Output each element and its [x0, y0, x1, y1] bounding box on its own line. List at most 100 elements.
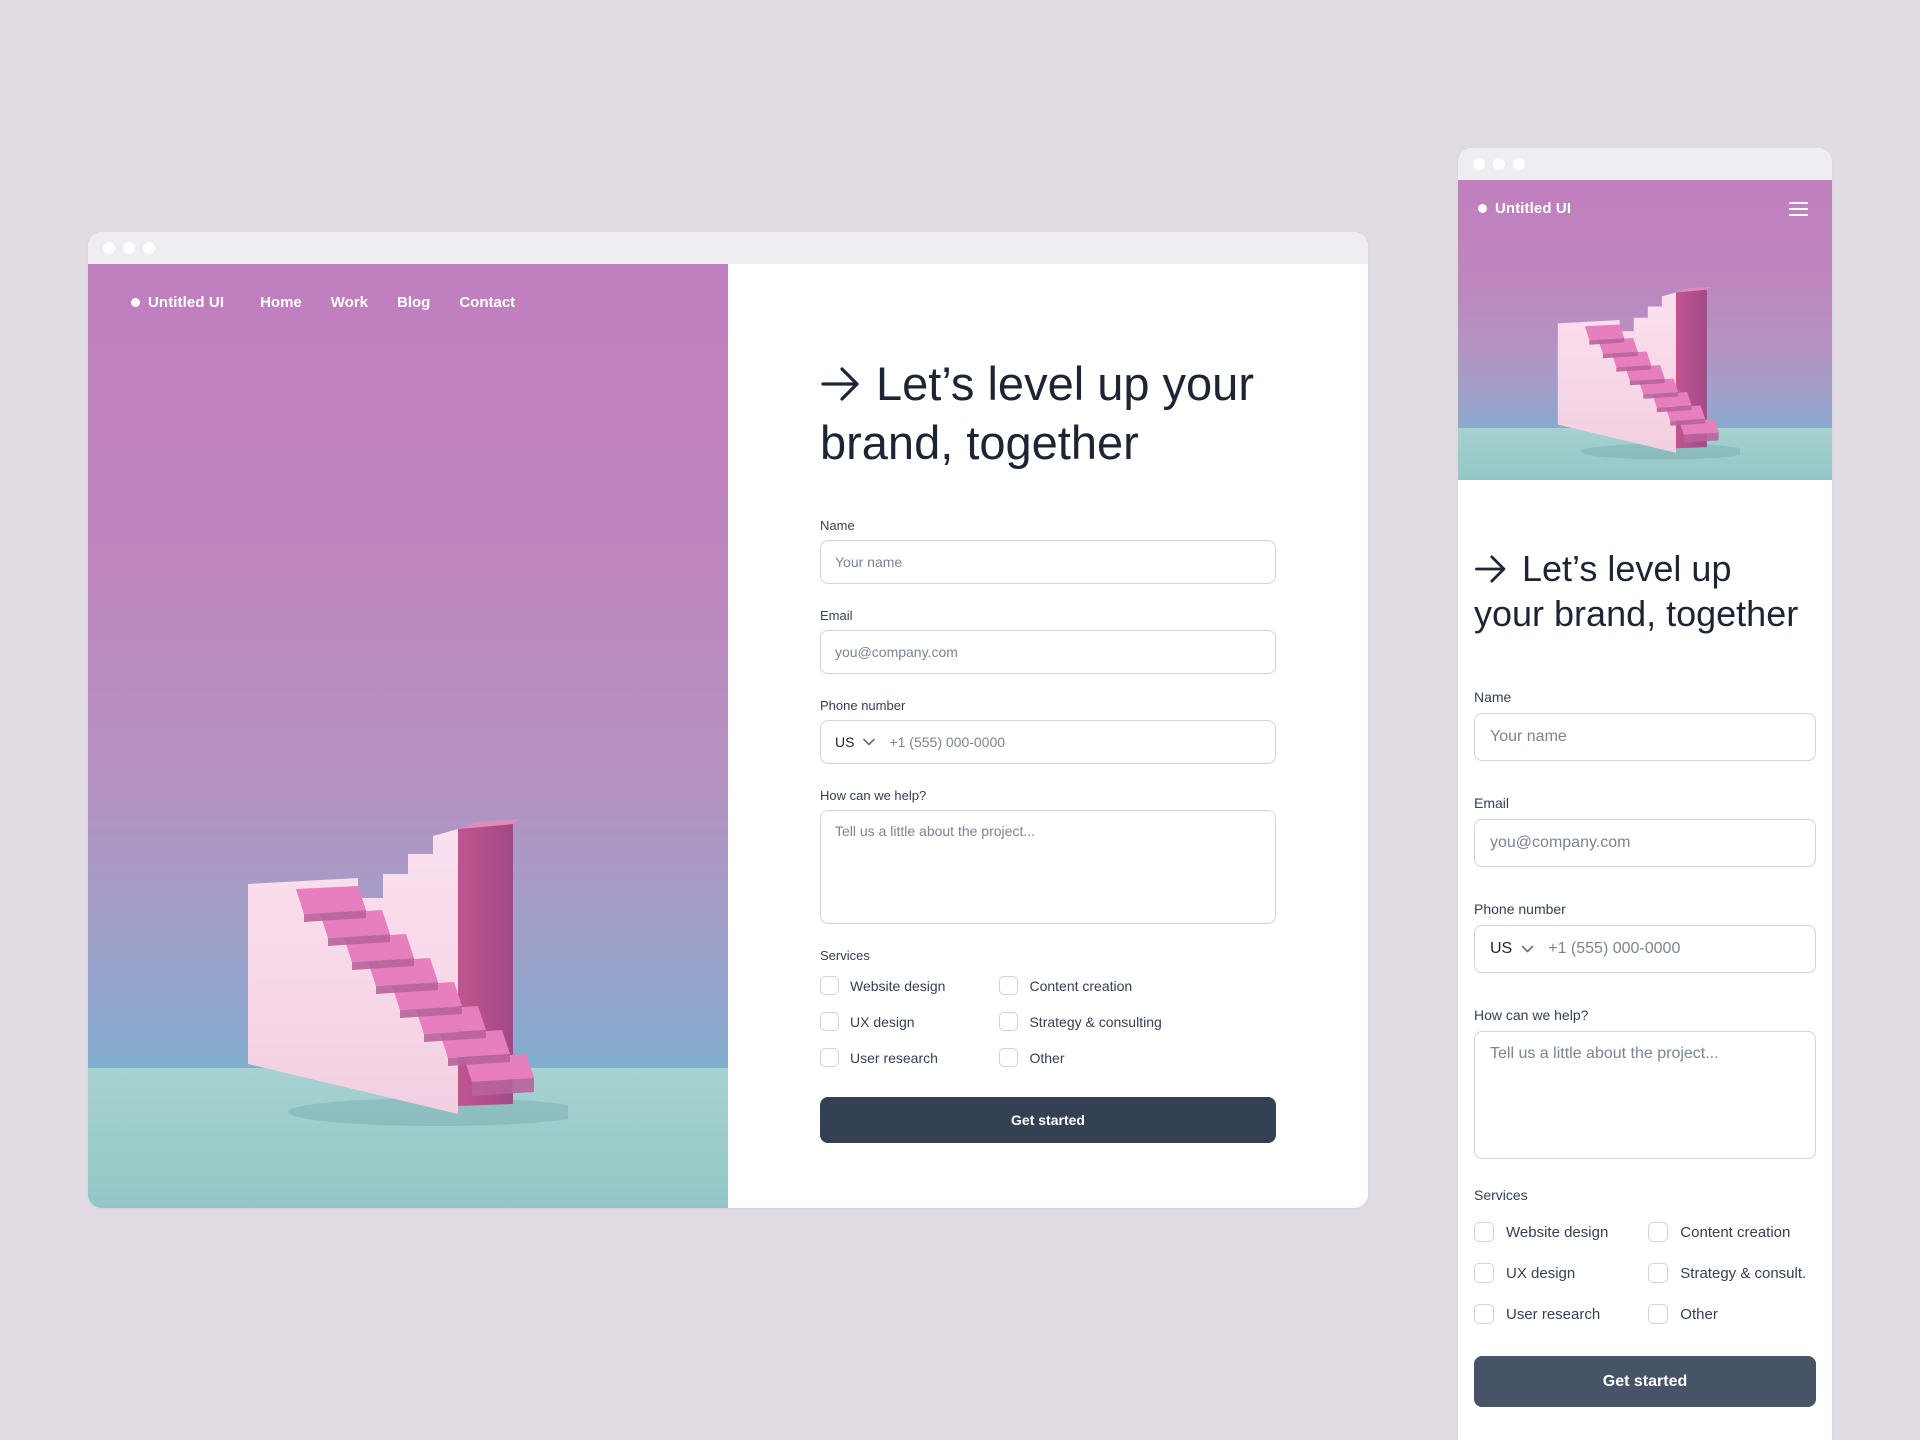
services-checkbox-group: Website design Content creation UX desig… [820, 976, 1276, 1067]
name-label: Name [820, 518, 855, 533]
name-placeholder: Your name [835, 554, 903, 570]
services-label: Services [1474, 1187, 1528, 1203]
service-label: Website design [850, 977, 946, 994]
email-input[interactable]: you@company.com [1474, 819, 1816, 867]
service-option-user-research[interactable]: User research [820, 1048, 945, 1067]
get-started-button[interactable]: Get started [1474, 1356, 1816, 1407]
window-dot [1473, 158, 1485, 170]
contact-form-panel: Let’s level up your brand, together Name… [728, 264, 1368, 1208]
page-title: Let’s level up your brand, together [820, 354, 1276, 472]
message-label: How can we help? [1474, 1007, 1589, 1023]
brand-name: Untitled UI [148, 294, 225, 311]
contact-form: Let’s level up your brand, together Name… [820, 354, 1276, 1143]
service-label: Other [1029, 1049, 1065, 1066]
checkbox[interactable] [820, 1048, 839, 1067]
message-placeholder: Tell us a little about the project... [835, 823, 1035, 839]
country-code-value: US [835, 734, 855, 750]
brand-logo[interactable]: Untitled UI [1478, 200, 1571, 217]
checkbox[interactable] [820, 976, 839, 995]
services-label: Services [820, 948, 870, 963]
country-code-select[interactable]: US [1490, 940, 1534, 958]
phone-input[interactable]: US +1 (555) 000-0000 [820, 720, 1276, 764]
checkbox[interactable] [1474, 1222, 1494, 1242]
message-placeholder: Tell us a little about the project... [1490, 1045, 1719, 1062]
headline-line-2: your brand, together [1474, 593, 1799, 634]
nav-link-work[interactable]: Work [331, 294, 368, 311]
checkbox[interactable] [999, 976, 1019, 995]
phone-input[interactable]: US +1 (555) 000-0000 [1474, 925, 1816, 973]
checkbox[interactable] [820, 1012, 839, 1031]
service-option-ux-design[interactable]: UX design [1474, 1263, 1608, 1283]
checkbox[interactable] [1474, 1304, 1494, 1324]
service-option-other[interactable]: Other [1648, 1304, 1806, 1324]
phone-label: Phone number [820, 698, 906, 713]
message-textarea[interactable]: Tell us a little about the project... [1474, 1031, 1816, 1159]
checkbox[interactable] [1648, 1304, 1669, 1324]
mobile-browser-window: Untitled UI Let’s level up your brand, t… [1458, 148, 1832, 1440]
window-dot [123, 242, 135, 254]
checkbox[interactable] [999, 1048, 1019, 1067]
services-checkbox-group: Website design Content creation UX desig… [1474, 1222, 1816, 1324]
message-textarea[interactable]: Tell us a little about the project... [820, 810, 1276, 924]
checkbox[interactable] [999, 1012, 1019, 1031]
nav-link-home[interactable]: Home [260, 294, 302, 311]
window-dot [103, 242, 115, 254]
email-label: Email [820, 608, 853, 623]
service-option-ux-design[interactable]: UX design [820, 1012, 945, 1031]
hero-image: Untitled UI [1458, 180, 1832, 480]
staircase-illustration [1557, 286, 1740, 460]
phone-placeholder: +1 (555) 000-0000 [889, 734, 1006, 750]
service-option-strategy[interactable]: Strategy & consult. [1648, 1263, 1806, 1283]
nav-link-contact[interactable]: Contact [459, 294, 515, 311]
hamburger-menu-icon[interactable] [1789, 201, 1808, 216]
page-title: Let’s level up your brand, together [1474, 546, 1816, 636]
top-navigation: Untitled UI Home Work Blog Contact [131, 294, 515, 311]
chevron-down-icon [863, 738, 876, 746]
mobile-navigation: Untitled UI [1478, 200, 1808, 217]
chevron-down-icon [1521, 945, 1534, 953]
service-label: UX design [850, 1013, 915, 1030]
message-label: How can we help? [820, 788, 927, 803]
logo-dot-icon [1478, 204, 1487, 213]
service-label: Content creation [1029, 977, 1133, 994]
service-label: UX design [1506, 1264, 1576, 1282]
window-dot [143, 242, 155, 254]
service-label: User research [850, 1049, 938, 1066]
service-option-content-creation[interactable]: Content creation [1648, 1222, 1806, 1242]
checkbox[interactable] [1474, 1263, 1494, 1283]
country-code-select[interactable]: US [835, 734, 876, 750]
brand-name: Untitled UI [1495, 200, 1572, 217]
service-option-website-design[interactable]: Website design [820, 976, 945, 995]
service-label: Strategy & consulting [1029, 1013, 1162, 1030]
name-label: Name [1474, 689, 1512, 705]
nav-link-blog[interactable]: Blog [397, 294, 430, 311]
brand-logo[interactable]: Untitled UI [131, 294, 224, 311]
hero-image: Untitled UI Home Work Blog Contact [88, 264, 728, 1208]
service-label: Other [1680, 1305, 1718, 1323]
name-input[interactable]: Your name [820, 540, 1276, 584]
window-dot [1493, 158, 1505, 170]
checkbox[interactable] [1648, 1222, 1669, 1242]
browser-titlebar [1458, 148, 1832, 180]
service-label: Content creation [1680, 1223, 1791, 1241]
arrow-right-icon [1475, 554, 1506, 583]
email-label: Email [1474, 795, 1510, 811]
get-started-button[interactable]: Get started [820, 1097, 1276, 1143]
service-label: Strategy & consult. [1680, 1264, 1807, 1282]
service-option-user-research[interactable]: User research [1474, 1304, 1608, 1324]
email-input[interactable]: you@company.com [820, 630, 1276, 674]
contact-form: Let’s level up your brand, together Name… [1458, 480, 1832, 1407]
headline-line-1: Let’s level up your [876, 357, 1254, 410]
service-option-other[interactable]: Other [999, 1048, 1161, 1067]
name-input[interactable]: Your name [1474, 713, 1816, 761]
browser-titlebar [88, 232, 1368, 264]
checkbox[interactable] [1648, 1263, 1669, 1283]
service-option-strategy[interactable]: Strategy & consulting [999, 1012, 1162, 1031]
phone-placeholder: +1 (555) 000-0000 [1548, 940, 1681, 957]
staircase-illustration [248, 819, 568, 1126]
arrow-right-icon [821, 366, 859, 401]
service-option-website-design[interactable]: Website design [1474, 1222, 1608, 1242]
service-label: Website design [1506, 1223, 1609, 1241]
service-label: User research [1506, 1305, 1601, 1323]
service-option-content-creation[interactable]: Content creation [999, 976, 1161, 995]
